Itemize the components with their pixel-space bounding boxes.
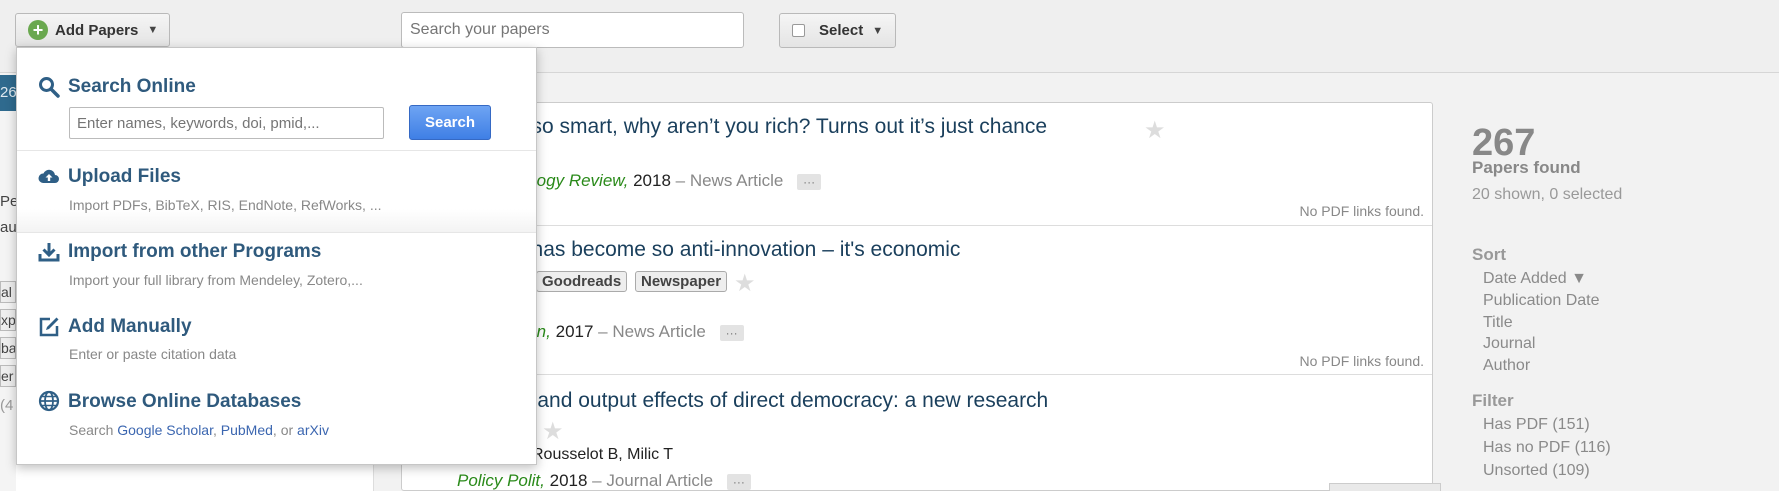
more-options-button[interactable]: ··· — [797, 173, 822, 190]
online-search-input[interactable] — [69, 107, 384, 139]
paper-journal: Policy Polit, — [457, 471, 545, 490]
select-checkbox[interactable] — [792, 24, 805, 37]
sidebar-tag[interactable]: al — [0, 281, 16, 303]
paper-meta: dian, 2017 – News Article ··· — [514, 322, 744, 342]
download-icon — [38, 243, 60, 262]
plus-icon: + — [28, 20, 48, 40]
pdf-status: No PDF links found. — [1299, 203, 1425, 219]
sort-heading: Sort — [1472, 245, 1506, 264]
pdf-status: No PDF links found. — [1299, 353, 1425, 369]
add-papers-label: Add Papers — [55, 21, 139, 39]
sort-journal[interactable]: Journal — [1483, 335, 1535, 353]
more-options-button[interactable]: ··· — [719, 324, 744, 341]
add-manually-title[interactable]: Add Manually — [68, 316, 192, 338]
sidebar-tag[interactable]: xp — [0, 309, 16, 331]
search-icon — [39, 77, 60, 98]
selection-status: 20 shown, 0 selected — [1472, 186, 1623, 203]
sidebar-count-fragment: (4 — [0, 397, 14, 414]
cloud-upload-icon — [38, 169, 59, 183]
upload-files-desc: Import PDFs, BibTeX, RIS, EndNote, RefWo… — [69, 197, 382, 213]
paper-year: 2018 — [633, 171, 671, 190]
sort-author[interactable]: Author — [1483, 357, 1530, 375]
search-online-title[interactable]: Search Online — [68, 76, 196, 98]
paper-title[interactable]: ut and output effects of direct democrac… — [514, 389, 1048, 413]
star-icon[interactable]: ★ — [734, 269, 756, 298]
paper-type: – Journal Article — [592, 471, 714, 490]
paper-tag[interactable]: Goodreads — [536, 271, 628, 292]
library-count-badge[interactable]: 26 — [0, 75, 16, 111]
paper-meta: nology Review, 2018 – News Article ··· — [514, 171, 822, 191]
filter-unsorted[interactable]: Unsorted (109) — [1483, 462, 1590, 480]
chevron-down-icon: ▼ — [147, 24, 159, 36]
arxiv-link[interactable]: arXiv — [297, 422, 329, 438]
menu-divider — [17, 232, 536, 233]
pubmed-link[interactable]: PubMed — [221, 422, 273, 438]
paper-year: 2018 — [549, 471, 588, 490]
star-icon[interactable]: ★ — [542, 417, 564, 446]
select-button[interactable]: Select ▼ — [779, 13, 896, 48]
upload-files-title[interactable]: Upload Files — [68, 166, 181, 188]
paper-title[interactable]: a has become so anti-innovation – it's e… — [514, 238, 960, 262]
browse-desc-sep: , — [212, 422, 221, 438]
sort-title[interactable]: Title — [1483, 314, 1513, 332]
import-programs-title[interactable]: Import from other Programs — [68, 241, 321, 263]
menu-divider — [17, 150, 536, 151]
google-scholar-link[interactable]: Google Scholar — [117, 422, 213, 438]
sidebar-text-fragment[interactable]: Pe — [0, 193, 16, 210]
sidebar-text-fragment[interactable]: aus — [0, 219, 16, 236]
add-papers-menu: Search Online Search Upload Files Import… — [16, 47, 537, 465]
pdf-link-button[interactable] — [1329, 483, 1441, 491]
import-programs-desc: Import your full library from Mendeley, … — [69, 272, 363, 288]
filter-has-pdf[interactable]: Has PDF (151) — [1483, 416, 1590, 434]
paper-card[interactable]: a has become so anti-innovation – it's e… — [402, 226, 1432, 375]
sort-publication-date[interactable]: Publication Date — [1483, 292, 1600, 310]
chevron-down-icon: ▼ — [872, 24, 884, 37]
browse-databases-title[interactable]: Browse Online Databases — [68, 391, 301, 413]
browse-desc-text: Search — [69, 422, 118, 438]
filter-has-no-pdf[interactable]: Has no PDF (116) — [1483, 439, 1611, 457]
paper-title[interactable]: e so smart, why aren’t you rich? Turns o… — [514, 115, 1047, 139]
paper-card[interactable]: e so smart, why aren’t you rich? Turns o… — [402, 103, 1432, 226]
filter-heading: Filter — [1472, 391, 1514, 410]
sidebar-tag[interactable]: ba — [0, 337, 16, 359]
paper-year: 2017 — [555, 322, 594, 341]
star-icon[interactable]: ★ — [1144, 116, 1166, 145]
paper-card[interactable]: ut and output effects of direct democrac… — [402, 375, 1432, 490]
add-papers-button[interactable]: + Add Papers ▼ — [15, 13, 170, 47]
browse-desc-sep: , or — [272, 422, 298, 438]
paper-authors: Rousselot B, Milic T — [532, 446, 674, 463]
select-label: Select — [819, 22, 864, 39]
paper-type: – News Article — [675, 171, 784, 190]
more-options-button[interactable]: ··· — [726, 473, 751, 490]
paper-meta: Policy Polit, 2018 – Journal Article ··· — [457, 471, 751, 490]
edit-icon — [39, 317, 59, 337]
add-manually-desc: Enter or paste citation data — [69, 346, 237, 362]
sort-date-added[interactable]: Date Added ▼ — [1483, 270, 1587, 288]
papers-found-label: Papers found — [1472, 158, 1581, 177]
paper-tag[interactable]: Newspaper — [635, 271, 728, 292]
search-papers-input[interactable] — [401, 12, 744, 48]
browse-databases-desc: Search Google Scholar, PubMed, or arXiv — [69, 422, 329, 438]
paper-type: – News Article — [598, 322, 706, 341]
paper-list: e so smart, why aren’t you rich? Turns o… — [401, 102, 1433, 491]
online-search-button[interactable]: Search — [409, 105, 491, 140]
sidebar-tag[interactable]: er — [0, 365, 16, 387]
globe-icon — [38, 390, 60, 412]
